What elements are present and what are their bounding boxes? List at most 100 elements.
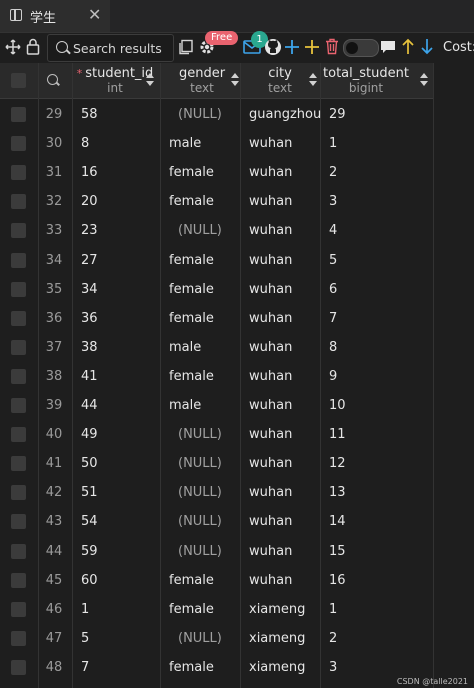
table-row[interactable]: 39 44 male wuhan 10: [0, 392, 434, 421]
sort-icon[interactable]: [231, 73, 239, 87]
cell-city[interactable]: wuhan: [249, 340, 292, 355]
row-checkbox[interactable]: [11, 368, 26, 384]
row-checkbox[interactable]: [11, 601, 26, 617]
cell-total-student[interactable]: 1: [329, 602, 337, 617]
cell-city[interactable]: wuhan: [249, 136, 292, 151]
cell-total-student[interactable]: 7: [329, 311, 337, 326]
row-checkbox[interactable]: [11, 514, 26, 530]
row-checkbox[interactable]: [11, 252, 26, 268]
row-checkbox[interactable]: [11, 543, 26, 559]
cell-student-id[interactable]: 59: [81, 544, 98, 559]
cell-student-id[interactable]: 1: [81, 602, 89, 617]
cell-city[interactable]: wuhan: [249, 427, 292, 442]
cell-total-student[interactable]: 6: [329, 282, 337, 297]
row-checkbox[interactable]: [11, 339, 26, 355]
comment-icon[interactable]: [380, 39, 396, 55]
cell-total-student[interactable]: 10: [329, 398, 346, 413]
cell-gender[interactable]: female: [169, 573, 214, 588]
cell-student-id[interactable]: 54: [81, 514, 98, 529]
cell-gender[interactable]: female: [169, 165, 214, 180]
cell-student-id[interactable]: 58: [81, 107, 98, 122]
github-icon[interactable]: [264, 38, 282, 56]
cell-city[interactable]: xiameng: [249, 631, 305, 646]
table-row[interactable]: 47 5 (NULL) xiameng 2: [0, 625, 434, 654]
sort-icon[interactable]: [146, 73, 154, 87]
row-checkbox[interactable]: [11, 659, 26, 675]
row-checkbox[interactable]: [11, 281, 26, 297]
cell-gender[interactable]: female: [169, 660, 214, 675]
cell-student-id[interactable]: 44: [81, 398, 98, 413]
cell-city[interactable]: wuhan: [249, 253, 292, 268]
cell-total-student[interactable]: 12: [329, 456, 346, 471]
search-icon[interactable]: [47, 74, 58, 85]
cell-student-id[interactable]: 8: [81, 136, 89, 151]
column-header-city[interactable]: city text: [240, 63, 320, 98]
add-row-icon[interactable]: [305, 40, 319, 54]
cell-city[interactable]: guangzhou: [249, 107, 321, 122]
row-checkbox[interactable]: [11, 456, 26, 472]
table-row[interactable]: 43 54 (NULL) wuhan 14: [0, 508, 434, 537]
cell-city[interactable]: wuhan: [249, 485, 292, 500]
row-checkbox[interactable]: [11, 485, 26, 501]
cell-gender[interactable]: female: [169, 369, 214, 384]
cell-total-student[interactable]: 2: [329, 165, 337, 180]
cell-total-student[interactable]: 11: [329, 427, 346, 442]
cell-city[interactable]: wuhan: [249, 456, 292, 471]
table-row[interactable]: 48 7 female xiameng 3: [0, 654, 434, 683]
select-all-checkbox[interactable]: [11, 73, 26, 88]
cell-gender[interactable]: female: [169, 311, 214, 326]
move-icon[interactable]: [5, 39, 21, 55]
cell-city[interactable]: xiameng: [249, 602, 305, 617]
row-checkbox[interactable]: [11, 223, 26, 239]
cell-student-id[interactable]: 27: [81, 253, 98, 268]
cell-total-student[interactable]: 5: [329, 253, 337, 268]
table-row[interactable]: 31 16 female wuhan 2: [0, 159, 434, 188]
cell-total-student[interactable]: 1: [329, 136, 337, 151]
cell-student-id[interactable]: 5: [81, 631, 89, 646]
tab-students[interactable]: 学生 ✕: [0, 0, 110, 32]
lock-icon[interactable]: [26, 38, 40, 55]
table-row[interactable]: 33 23 (NULL) wuhan 4: [0, 217, 434, 246]
cell-gender[interactable]: (NULL): [178, 456, 222, 471]
close-icon[interactable]: ✕: [88, 5, 101, 24]
cell-student-id[interactable]: 7: [81, 660, 89, 675]
table-row[interactable]: 45 60 female wuhan 16: [0, 567, 434, 596]
cell-gender[interactable]: female: [169, 194, 214, 209]
table-row[interactable]: 40 49 (NULL) wuhan 11: [0, 421, 434, 450]
cell-student-id[interactable]: 23: [81, 223, 98, 238]
cell-city[interactable]: wuhan: [249, 398, 292, 413]
table-row[interactable]: 38 41 female wuhan 9: [0, 363, 434, 392]
table-row[interactable]: 35 34 female wuhan 6: [0, 276, 434, 305]
cell-total-student[interactable]: 14: [329, 514, 346, 529]
trash-icon[interactable]: [325, 38, 339, 55]
cell-city[interactable]: wuhan: [249, 369, 292, 384]
row-checkbox[interactable]: [11, 427, 26, 443]
plus-icon[interactable]: [285, 40, 299, 54]
cell-city[interactable]: wuhan: [249, 514, 292, 529]
cell-city[interactable]: wuhan: [249, 165, 292, 180]
row-checkbox[interactable]: [11, 107, 26, 122]
cell-total-student[interactable]: 29: [329, 107, 346, 122]
column-header-student-id[interactable]: * student_id int: [72, 63, 158, 98]
search-box[interactable]: [47, 34, 174, 62]
cell-city[interactable]: wuhan: [249, 573, 292, 588]
table-row[interactable]: 30 8 male wuhan 1: [0, 130, 434, 159]
cell-gender[interactable]: (NULL): [178, 223, 222, 238]
cell-city[interactable]: xiameng: [249, 660, 305, 675]
row-checkbox[interactable]: [11, 398, 26, 413]
cell-gender[interactable]: (NULL): [178, 514, 222, 529]
cell-student-id[interactable]: 36: [81, 311, 98, 326]
cell-student-id[interactable]: 41: [81, 369, 98, 384]
table-row[interactable]: 36 36 female wuhan 7: [0, 305, 434, 334]
cell-city[interactable]: wuhan: [249, 544, 292, 559]
table-row[interactable]: 41 50 (NULL) wuhan 12: [0, 450, 434, 479]
cell-total-student[interactable]: 3: [329, 660, 337, 675]
cell-student-id[interactable]: 16: [81, 165, 98, 180]
cell-gender[interactable]: female: [169, 253, 214, 268]
cell-total-student[interactable]: 8: [329, 340, 337, 355]
table-row[interactable]: 46 1 female xiameng 1: [0, 596, 434, 625]
cell-city[interactable]: wuhan: [249, 311, 292, 326]
cell-total-student[interactable]: 4: [329, 223, 337, 238]
arrow-up-icon[interactable]: [401, 38, 415, 55]
arrow-down-icon[interactable]: [420, 38, 434, 55]
